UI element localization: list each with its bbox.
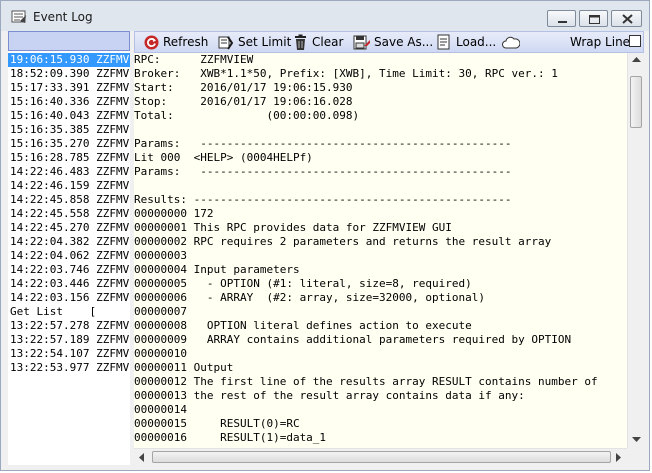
wrap-lines-label: Wrap Lines (570, 35, 637, 49)
log-line: 00000004 Input parameters (134, 263, 300, 276)
maximize-button[interactable] (579, 10, 608, 27)
event-log-icon (11, 9, 27, 25)
trash-icon (295, 34, 306, 50)
set-limit-label: Set Limit (238, 35, 292, 49)
log-line: 00000011 Output (134, 361, 234, 374)
log-line: Lit 000 <HELP> (0004HELPf) (134, 151, 313, 164)
event-list-item[interactable]: 14:22:03.156 ZZFMVIEW (8, 291, 130, 305)
event-list-item[interactable]: 14:22:03.446 ZZFMVIEW (8, 277, 130, 291)
scroll-down-icon[interactable] (632, 437, 641, 443)
log-line: 00000009 ARRAY contains additional param… (134, 333, 572, 346)
event-list-item[interactable]: 15:17:33.391 ZZFMVIEW (8, 81, 130, 95)
event-list-item[interactable]: 15:16:28.785 ZZFMVIEW (8, 151, 130, 165)
horizontal-scrollbar[interactable] (134, 448, 627, 465)
close-icon (622, 14, 633, 24)
event-list-item[interactable]: 18:52:09.390 ZZFMVIEW (8, 67, 130, 81)
log-line: Start: 2016/01/17 19:06:15.930 (134, 81, 353, 94)
event-list-item[interactable]: 13:22:53.977 ZZFMVIEW (8, 361, 130, 375)
log-line: Params: --------------------------------… (134, 165, 512, 178)
refresh-button[interactable]: Refresh (143, 33, 208, 51)
event-list-item[interactable]: Get List [ (8, 305, 130, 319)
event-list-panel: 19:06:15.930 ZZFMVIEW18:52:09.390 ZZFMVI… (8, 31, 130, 465)
load-label: Load... (456, 35, 497, 49)
toolbar: Refresh Set Limit Clear Save As... Load.… (134, 31, 644, 53)
log-line: Results: -------------------------------… (134, 193, 512, 206)
event-list-item[interactable]: 15:16:35.385 ZZFMVIEW (8, 123, 130, 137)
event-list-item[interactable]: 13:22:54.107 ZZFMVIEW (8, 347, 130, 361)
event-list-item[interactable]: 14:22:04.062 ZZFMVIEW (8, 249, 130, 263)
minimize-button[interactable] (547, 10, 576, 27)
close-button[interactable] (611, 10, 642, 27)
log-line: 00000000 172 (134, 207, 214, 220)
event-list-item[interactable]: 14:22:46.483 ZZFMVIEW (8, 165, 130, 179)
log-line: 00000008 OPTION literal defines action t… (134, 319, 472, 332)
event-list-item[interactable]: 14:22:04.382 ZZFMVIEW (8, 235, 130, 249)
log-line: Stop: 2016/01/17 19:06:16.028 (134, 95, 353, 108)
scroll-right-icon[interactable] (616, 453, 622, 462)
window-title: Event Log (33, 10, 93, 24)
title-bar[interactable]: Event Log (1, 1, 649, 31)
log-line: 00000014 (134, 403, 187, 416)
scrollbar-corner (627, 448, 644, 465)
event-list-item[interactable]: 15:16:40.043 ZZFMVIEW (8, 109, 130, 123)
wrap-lines-checkbox[interactable] (629, 35, 641, 47)
cloud-button[interactable] (502, 33, 523, 51)
cloud-icon (502, 36, 520, 48)
vertical-scrollbar[interactable] (627, 53, 644, 448)
save-as-label: Save As... (374, 35, 434, 49)
maximize-icon (589, 15, 600, 24)
log-line: Broker: XWB*1.1*50, Prefix: [XWB], Time … (134, 67, 558, 80)
event-list-item[interactable]: 15:16:35.270 ZZFMVIEW (8, 137, 130, 151)
save-as-button[interactable]: Save As... (353, 33, 433, 51)
log-line: Params: --------------------------------… (134, 137, 512, 150)
clear-button[interactable]: Clear (293, 33, 343, 51)
event-list-item[interactable]: 15:16:40.336 ZZFMVIEW (8, 95, 130, 109)
log-line: 00000012 The first line of the results a… (134, 375, 598, 388)
event-list-item[interactable]: 14:22:45.270 ZZFMVIEW (8, 221, 130, 235)
save-as-icon (353, 35, 370, 49)
refresh-label: Refresh (163, 35, 209, 49)
event-filter-input[interactable] (8, 31, 130, 51)
log-line: 00000003 (134, 249, 187, 262)
event-list-item[interactable]: 14:22:45.858 ZZFMVIEW (8, 193, 130, 207)
log-line: 00000006 - ARRAY (#2: array, size=32000,… (134, 291, 485, 304)
event-list[interactable]: 19:06:15.930 ZZFMVIEW18:52:09.390 ZZFMVI… (8, 53, 130, 465)
set-limit-button[interactable]: Set Limit (217, 33, 291, 51)
log-line: 00000002 RPC requires 2 parameters and r… (134, 235, 552, 248)
log-line: 00000005 - OPTION (#1: literal, size=8, … (134, 277, 472, 290)
log-line: 00000016 RESULT(1)=data_1 (134, 431, 327, 444)
log-line: 00000007 (134, 305, 187, 318)
log-line: 00000013 the rest of the result array co… (134, 389, 525, 402)
scroll-left-icon[interactable] (139, 453, 145, 462)
clear-label: Clear (312, 35, 344, 49)
event-list-item[interactable]: 14:22:46.159 ZZFMVIEW (8, 179, 130, 193)
load-icon (437, 34, 450, 49)
vertical-scroll-thumb[interactable] (630, 76, 642, 128)
set-limit-icon (218, 35, 234, 50)
log-line: Total: (00:00:00.098) (134, 109, 360, 122)
log-line: RPC: ZZFMVIEW (134, 53, 254, 66)
event-list-item[interactable]: 13:22:57.278 ZZFMVIEW (8, 319, 130, 333)
horizontal-scroll-thumb[interactable] (152, 451, 611, 463)
event-list-item[interactable]: 19:06:15.930 ZZFMVIEW (8, 53, 130, 67)
log-line: 00000001 This RPC provides data for ZZFM… (134, 221, 452, 234)
minimize-icon (558, 21, 567, 23)
event-log-window: Event Log 19:06:15.930 ZZFMVIEW18:52:09.… (0, 0, 650, 471)
log-line: 00000010 (134, 347, 187, 360)
rpc-detail-text[interactable]: RPC: ZZFMVIEW Broker: XWB*1.1*50, Prefix:… (134, 53, 627, 448)
event-list-item[interactable]: 13:22:57.189 ZZFMVIEW (8, 333, 130, 347)
scroll-up-icon[interactable] (632, 57, 641, 63)
event-list-item[interactable]: 14:22:03.746 ZZFMVIEW (8, 263, 130, 277)
refresh-icon (144, 35, 159, 49)
log-line: 00000015 RESULT(0)=RC (134, 417, 300, 430)
load-button[interactable]: Load... (435, 33, 496, 51)
event-list-item[interactable]: 14:22:45.558 ZZFMVIEW (8, 207, 130, 221)
